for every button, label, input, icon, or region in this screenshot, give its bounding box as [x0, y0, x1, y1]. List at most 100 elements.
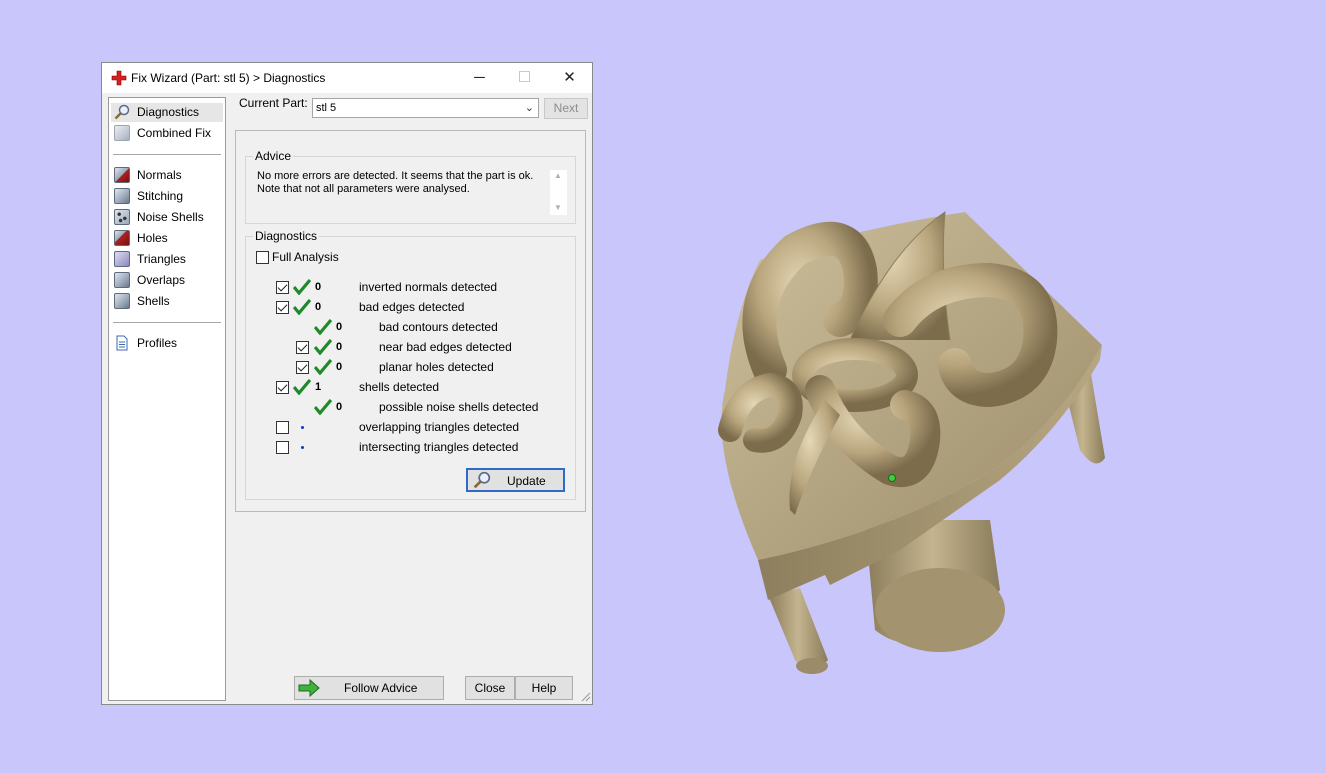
planar-holes-label: planar holes detected — [379, 360, 494, 374]
bad-edges-count: 0 — [315, 301, 322, 313]
next-button[interactable]: Next — [544, 98, 588, 119]
current-part-label: Current Part: — [239, 96, 308, 110]
selection-marker[interactable] — [888, 474, 896, 482]
3d-model-viewport[interactable] — [700, 190, 1140, 690]
title-bar[interactable]: Fix Wizard (Part: stl 5) > Diagnostics ─… — [102, 63, 592, 93]
inverted-normals-checkbox[interactable] — [276, 281, 289, 294]
magnifier-icon — [473, 471, 491, 489]
sidebar-item-diagnostics[interactable]: Diagnostics — [111, 103, 223, 122]
overlaps-cube-icon — [114, 272, 130, 288]
sidebar-divider — [113, 154, 221, 155]
advice-group: Advice No more errors are detected. It s… — [245, 149, 576, 224]
bad-contours-count: 0 — [336, 321, 343, 333]
advice-line-2: Note that not all parameters were analys… — [257, 183, 470, 195]
maximize-button[interactable]: ☐ — [502, 63, 547, 93]
sidebar-item-label: Profiles — [137, 336, 178, 350]
update-button[interactable]: Update — [466, 468, 565, 492]
close-button[interactable]: Close — [465, 676, 515, 700]
intersecting-triangles-label: intersecting triangles detected — [359, 440, 519, 454]
sidebar-item-noise-shells[interactable]: Noise Shells — [111, 208, 223, 227]
document-icon — [116, 335, 128, 351]
shells-count: 1 — [315, 381, 322, 393]
sidebar-item-shells[interactable]: Shells — [111, 292, 223, 311]
sidebar-item-normals[interactable]: Normals — [111, 166, 223, 185]
shells-checkbox[interactable] — [276, 381, 289, 394]
cube-icon — [114, 125, 130, 141]
check-icon — [314, 359, 332, 375]
current-part-select[interactable]: stl 5 ⌄ — [312, 98, 539, 118]
stitching-cube-icon — [114, 188, 130, 204]
status-dot-icon — [301, 426, 304, 429]
shells-label: shells detected — [359, 380, 440, 394]
check-icon — [293, 379, 311, 395]
red-cross-icon — [111, 70, 127, 86]
sidebar-divider — [113, 322, 221, 323]
near-bad-edges-count: 0 — [336, 341, 343, 353]
model-cylinder-base — [875, 568, 1005, 652]
noise-shells-count: 0 — [336, 401, 343, 413]
inverted-normals-count: 0 — [315, 281, 322, 293]
check-icon — [314, 319, 332, 335]
model-leg-foot — [796, 658, 828, 674]
sidebar-item-overlaps[interactable]: Overlaps — [111, 271, 223, 290]
holes-cube-icon — [114, 230, 130, 246]
advice-line-1: No more errors are detected. It seems th… — [257, 170, 534, 182]
sidebar-item-label: Shells — [137, 294, 170, 308]
sidebar-item-label: Noise Shells — [137, 210, 204, 224]
check-icon — [293, 299, 311, 315]
close-window-button[interactable]: ✕ — [547, 63, 592, 93]
sidebar-item-holes[interactable]: Holes — [111, 229, 223, 248]
check-icon — [293, 279, 311, 295]
sidebar-item-label: Normals — [137, 168, 182, 182]
sidebar-item-combined-fix[interactable]: Combined Fix — [111, 124, 223, 143]
minimize-button[interactable]: ─ — [457, 63, 502, 93]
sidebar-item-label: Holes — [137, 231, 168, 245]
status-dot-icon — [301, 446, 304, 449]
bad-contours-label: bad contours detected — [379, 320, 498, 334]
update-label: Update — [507, 474, 546, 488]
overlapping-triangles-label: overlapping triangles detected — [359, 420, 520, 434]
sidebar-item-label: Triangles — [137, 252, 186, 266]
sidebar-item-label: Combined Fix — [137, 126, 212, 140]
full-analysis-label: Full Analysis — [272, 250, 339, 264]
scroll-down-icon[interactable]: ▼ — [554, 203, 562, 212]
fix-wizard-window: Fix Wizard (Part: stl 5) > Diagnostics ─… — [101, 62, 593, 705]
scroll-up-icon[interactable]: ▲ — [554, 171, 562, 180]
full-analysis-checkbox[interactable] — [256, 251, 269, 264]
triangles-cube-icon — [114, 251, 130, 267]
noise-shells-cube-icon — [114, 209, 130, 225]
resize-grip-icon[interactable] — [581, 692, 591, 702]
check-icon — [314, 399, 332, 415]
help-button[interactable]: Help — [515, 676, 573, 700]
bad-edges-checkbox[interactable] — [276, 301, 289, 314]
noise-shells-label: possible noise shells detected — [379, 400, 539, 414]
sidebar-item-label: Diagnostics — [137, 105, 200, 119]
planar-holes-count: 0 — [336, 361, 343, 373]
model-leg — [768, 588, 828, 671]
sidebar: Diagnostics Combined Fix Normals Stitchi… — [108, 97, 226, 701]
planar-holes-checkbox[interactable] — [296, 361, 309, 374]
inverted-normals-label: inverted normals detected — [359, 280, 498, 294]
advice-legend: Advice — [253, 149, 294, 163]
window-title: Fix Wizard (Part: stl 5) > Diagnostics — [131, 71, 326, 85]
sidebar-item-label: Overlaps — [137, 273, 186, 287]
bad-edges-label: bad edges detected — [359, 300, 465, 314]
green-arrow-icon — [298, 679, 320, 697]
diagnostics-legend: Diagnostics — [253, 229, 320, 243]
magnifier-icon — [114, 104, 130, 120]
near-bad-edges-checkbox[interactable] — [296, 341, 309, 354]
overlapping-triangles-checkbox[interactable] — [276, 421, 289, 434]
follow-advice-label: Follow Advice — [344, 681, 418, 695]
sidebar-item-triangles[interactable]: Triangles — [111, 250, 223, 269]
sidebar-item-stitching[interactable]: Stitching — [111, 187, 223, 206]
check-icon — [314, 339, 332, 355]
sidebar-item-profiles[interactable]: Profiles — [111, 334, 223, 353]
advice-scrollbar[interactable]: ▲ ▼ — [550, 170, 567, 215]
diagnostics-group: Diagnostics Full Analysis 0 inverted nor… — [245, 229, 576, 500]
normals-cube-icon — [114, 167, 130, 183]
chevron-down-icon: ⌄ — [524, 102, 534, 114]
near-bad-edges-label: near bad edges detected — [379, 340, 512, 354]
follow-advice-button[interactable]: Follow Advice — [294, 676, 444, 700]
sidebar-item-label: Stitching — [137, 189, 184, 203]
intersecting-triangles-checkbox[interactable] — [276, 441, 289, 454]
